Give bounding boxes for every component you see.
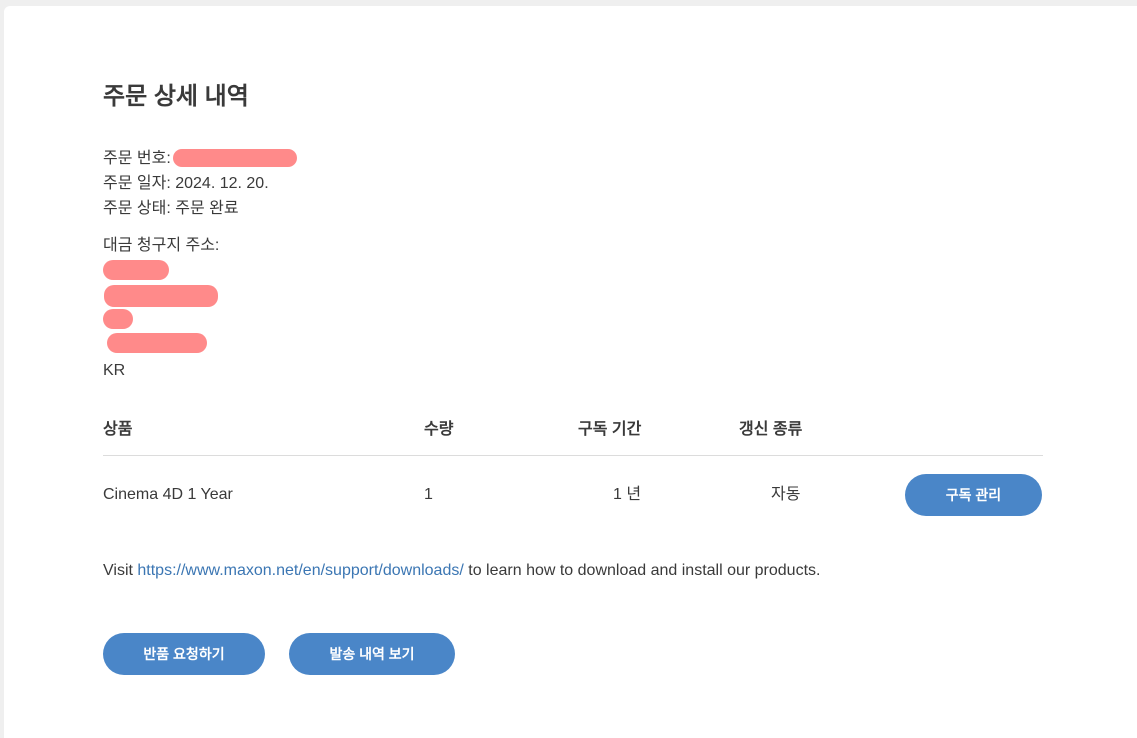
order-date-line: 주문 일자: 2024. 12. 20. [103, 174, 269, 194]
order-number-label: 주문 번호: [103, 150, 171, 167]
visit-suffix: to learn how to download and install our… [468, 562, 821, 579]
order-date-value: 2024. 12. 20. [175, 175, 269, 192]
redacted-order-number [173, 149, 297, 167]
downloads-link[interactable]: https://www.maxon.net/en/support/downloa… [137, 562, 463, 579]
cell-product: Cinema 4D 1 Year [103, 486, 233, 503]
header-period: 구독 기간 [578, 421, 642, 438]
cell-quantity: 1 [424, 486, 433, 503]
manage-subscription-button[interactable]: 구독 관리 [905, 474, 1042, 516]
order-status-label: 주문 상태: [103, 200, 171, 217]
page-title: 주문 상세 내역 [103, 83, 249, 110]
header-renewal: 갱신 종류 [739, 421, 803, 438]
billing-address-label: 대금 청구지 주소: [103, 237, 220, 254]
cell-period: 1 년 [613, 486, 642, 503]
header-quantity: 수량 [424, 421, 454, 438]
order-date-label: 주문 일자: [103, 175, 171, 192]
shipping-history-button[interactable]: 발송 내역 보기 [289, 633, 455, 675]
table-divider [103, 455, 1043, 456]
order-number-line: 주문 번호: [103, 149, 171, 169]
download-info-text: Visit https://www.maxon.net/en/support/d… [103, 561, 820, 581]
redacted-address-line-4 [107, 333, 207, 353]
visit-prefix: Visit [103, 562, 133, 579]
cell-renewal: 자동 [771, 486, 801, 503]
redacted-address-line-2 [104, 285, 218, 307]
return-request-button[interactable]: 반품 요청하기 [103, 633, 265, 675]
table-header-row: 상품 수량 구독 기간 갱신 종류 [103, 420, 1043, 440]
redacted-address-line-1 [103, 260, 169, 280]
order-status-value: 주문 완료 [175, 200, 239, 217]
header-product: 상품 [103, 421, 133, 438]
order-detail-card: 주문 상세 내역 주문 번호: 주문 일자: 2024. 12. 20. 주문 … [4, 6, 1137, 738]
billing-country: KR [103, 362, 126, 379]
table-row: Cinema 4D 1 Year 1 1 년 자동 [103, 485, 1043, 505]
redacted-address-line-3 [103, 309, 133, 329]
order-status-line: 주문 상태: 주문 완료 [103, 199, 239, 219]
